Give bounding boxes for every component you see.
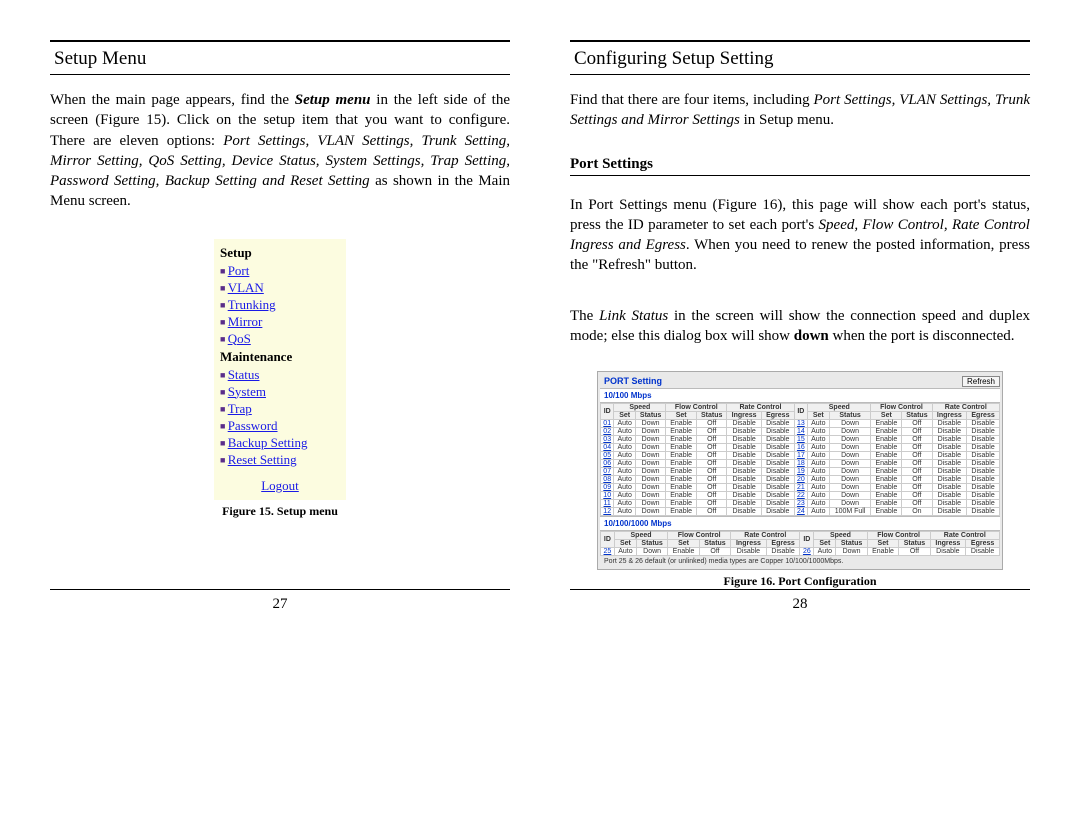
menu-item-password[interactable]: Password [220,418,340,434]
menu-link[interactable]: Password [228,418,278,433]
port-id-link[interactable]: 17 [797,452,805,459]
port-id-link[interactable]: 22 [797,492,805,499]
port-id-link[interactable]: 24 [797,508,805,515]
menu-item-mirror[interactable]: Mirror [220,314,340,330]
figure-16-caption: Figure 16. Port Configuration [570,574,1030,589]
menu-item-reset[interactable]: Reset Setting [220,452,340,468]
heading-configuring: Configuring Setup Setting [574,48,1030,70]
menu-link[interactable]: Logout [261,478,299,493]
menu-link[interactable]: Trunking [228,297,276,312]
menu-section-setup: Setup [220,245,340,261]
menu-item-port[interactable]: Port [220,263,340,279]
text-bold-italic: Setup menu [295,92,371,108]
port-id-link[interactable]: 08 [603,476,611,483]
right-paragraph-2: In Port Settings menu (Figure 16), this … [570,195,1030,276]
menu-item-status[interactable]: Status [220,367,340,383]
menu-list-setup: Port VLAN Trunking Mirror QoS [220,263,340,347]
rule-top [570,40,1030,42]
port-id-link[interactable]: 20 [797,476,805,483]
menu-link[interactable]: Mirror [228,314,263,329]
port-id-link[interactable]: 01 [603,420,611,427]
menu-item-system[interactable]: System [220,384,340,400]
page-number-right: 28 [570,589,1030,613]
port-id-link[interactable]: 07 [603,468,611,475]
port-title-row: PORT Setting Refresh [600,374,1000,388]
figure-15-caption: Figure 15. Setup menu [50,504,510,519]
port-id-link[interactable]: 12 [603,508,611,515]
menu-link[interactable]: Status [228,367,260,382]
rule-under-heading [50,74,510,75]
port-id-link[interactable]: 16 [797,444,805,451]
rule-under-subhead [570,175,1030,176]
section-10-100: 10/100 Mbps [600,388,1000,403]
rule-top [50,40,510,42]
figure-16-port-config: PORT Setting Refresh 10/100 Mbps IDSpeed… [597,371,1003,570]
text-italic: Link Status [599,308,668,324]
port-id-link[interactable]: 02 [603,428,611,435]
port-id-link[interactable]: 13 [797,420,805,427]
section-10-100-1000: 10/100/1000 Mbps [600,516,1000,531]
right-paragraph-3: The Link Status in the screen will show … [570,306,1030,347]
menu-item-vlan[interactable]: VLAN [220,280,340,296]
page-number-left: 27 [50,589,510,613]
menu-item-trunking[interactable]: Trunking [220,297,340,313]
refresh-button[interactable]: Refresh [962,376,1000,387]
port-id-link[interactable]: 06 [603,460,611,467]
port-id-link[interactable]: 25 [604,548,612,555]
menu-link[interactable]: Reset Setting [228,452,297,467]
menu-link[interactable]: Port [228,263,250,278]
subhead-port-settings: Port Settings [570,156,1030,173]
text: Find that there are four items, includin… [570,92,814,108]
rule-under-heading [570,74,1030,75]
port-id-link[interactable]: 21 [797,484,805,491]
port-footnote: Port 25 & 26 default (or unlinked) media… [600,556,1000,567]
port-id-link[interactable]: 05 [603,452,611,459]
port-id-link[interactable]: 09 [603,484,611,491]
text: When the main page appears, find the [50,92,295,108]
port-id-link[interactable]: 04 [603,444,611,451]
menu-logout[interactable]: Logout [220,478,340,494]
port-id-link[interactable]: 26 [803,548,811,555]
left-paragraph-1: When the main page appears, find the Set… [50,90,510,212]
page-right: Configuring Setup Setting Find that ther… [570,40,1030,613]
menu-item-backup[interactable]: Backup Setting [220,435,340,451]
menu-link[interactable]: VLAN [228,280,264,295]
text: The [570,308,599,324]
right-paragraph-1: Find that there are four items, includin… [570,90,1030,131]
port-table-2: IDSpeedFlow ControlRate ControlIDSpeedFl… [600,531,1000,556]
text: when the port is disconnected. [829,328,1015,344]
menu-list-maintenance: Status System Trap Password Backup Setti… [220,367,340,468]
figure-15-setup-menu: Setup Port VLAN Trunking Mirror QoS Main… [214,239,346,500]
text: in Setup menu. [740,112,834,128]
port-table-1: IDSpeedFlow ControlRate ControlIDSpeedFl… [600,403,1000,516]
menu-item-trap[interactable]: Trap [220,401,340,417]
port-id-link[interactable]: 14 [797,428,805,435]
menu-link[interactable]: QoS [228,331,251,346]
menu-link[interactable]: System [228,384,266,399]
menu-link[interactable]: Trap [228,401,252,416]
port-id-link[interactable]: 10 [603,492,611,499]
port-id-link[interactable]: 15 [797,436,805,443]
port-id-link[interactable]: 03 [603,436,611,443]
port-id-link[interactable]: 19 [797,468,805,475]
text-bold: down [794,328,829,344]
port-setting-title: PORT Setting [600,374,666,388]
menu-section-maintenance: Maintenance [220,349,340,365]
menu-link[interactable]: Backup Setting [228,435,308,450]
port-id-link[interactable]: 18 [797,460,805,467]
heading-setup-menu: Setup Menu [54,48,510,70]
port-id-link[interactable]: 23 [797,500,805,507]
page-left: Setup Menu When the main page appears, f… [50,40,510,613]
port-id-link[interactable]: 11 [604,500,611,507]
menu-item-qos[interactable]: QoS [220,331,340,347]
